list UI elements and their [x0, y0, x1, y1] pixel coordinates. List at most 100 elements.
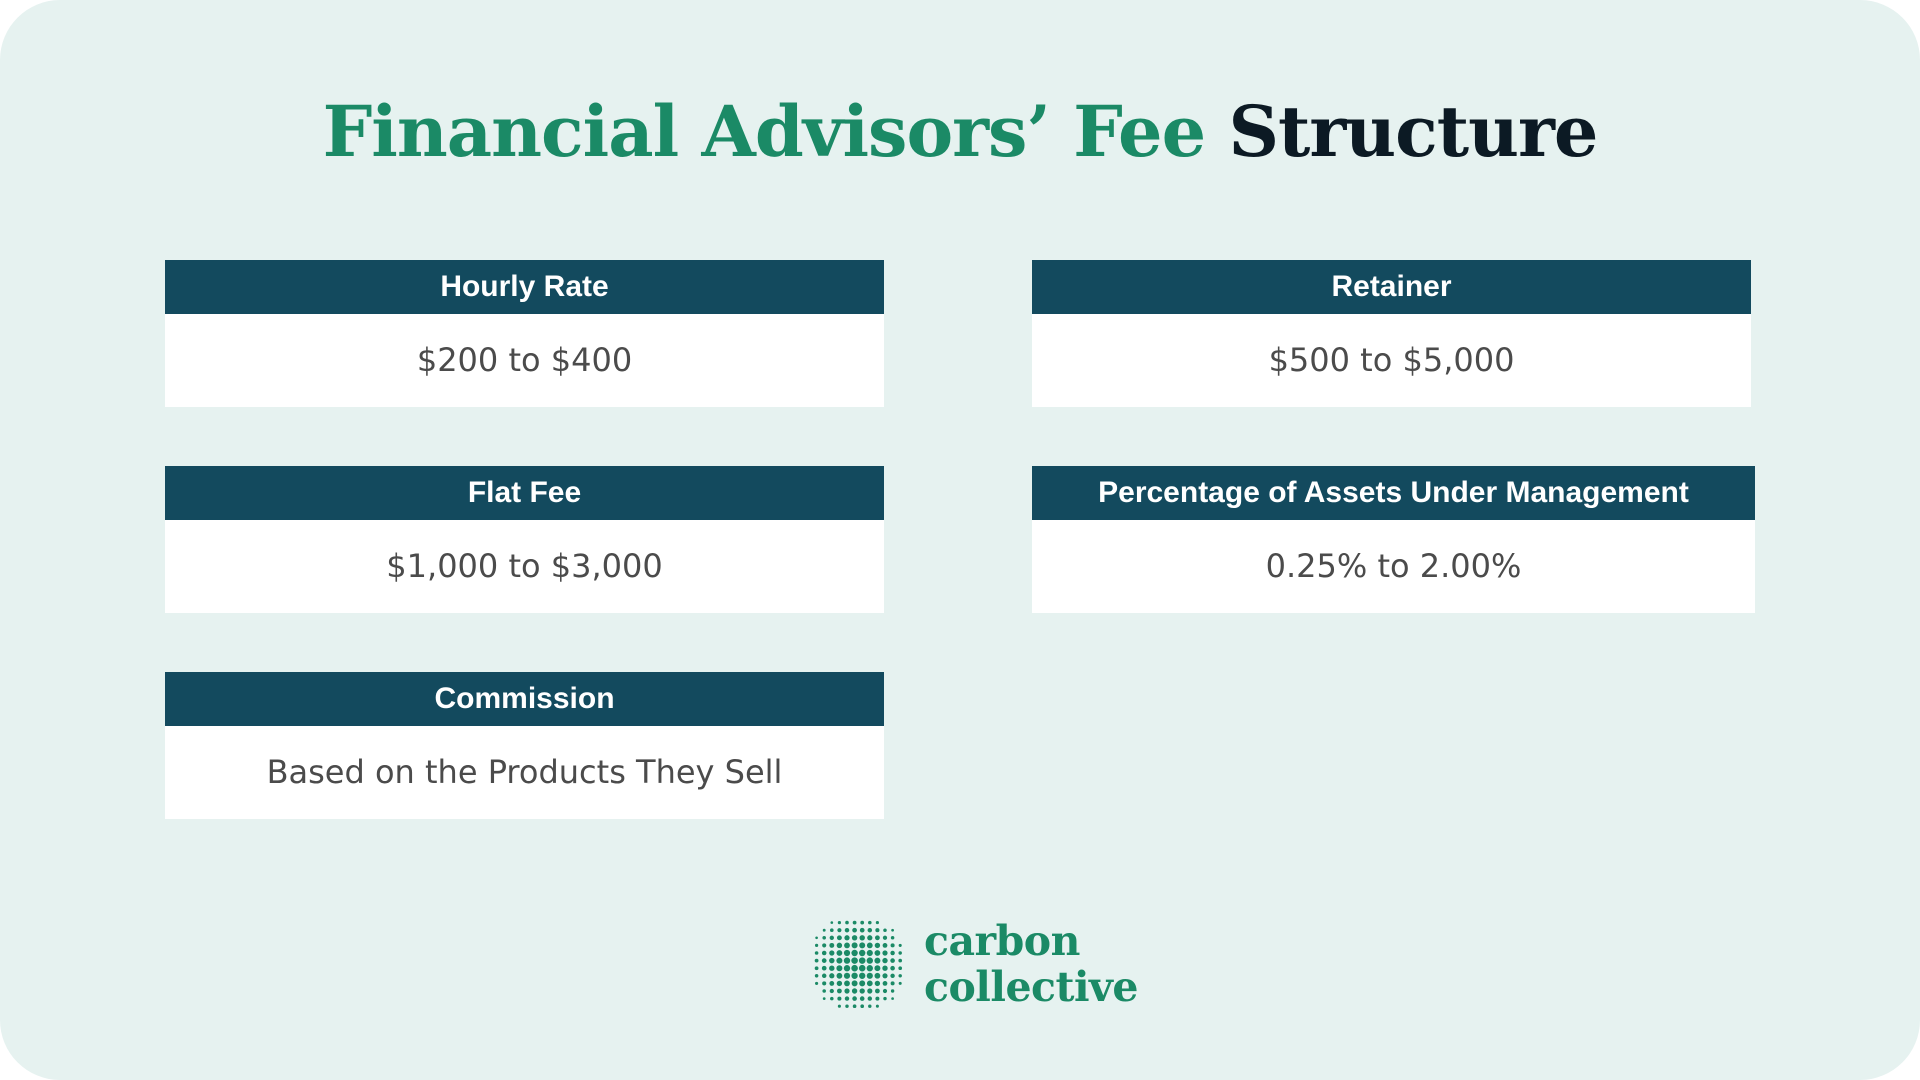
logo-dot: [890, 943, 895, 948]
logo-dot: [822, 928, 826, 932]
logo-dot: [822, 936, 826, 940]
fee-card-value: $1,000 to $3,000: [386, 547, 663, 585]
fee-card-value: $200 to $400: [416, 341, 633, 379]
logo-dot: [851, 957, 858, 964]
fee-card-header: Flat Fee: [165, 466, 884, 520]
logo-dot: [822, 981, 827, 986]
logo-dot: [868, 920, 872, 925]
logo-dot: [829, 973, 835, 979]
logo-dot: [836, 957, 843, 964]
logo-dot: [882, 942, 888, 948]
logo-dot: [890, 936, 895, 940]
logo-dot: [829, 942, 835, 948]
logo-dot: [883, 996, 887, 1001]
logo-dot: [858, 964, 866, 972]
logo-dot: [837, 921, 841, 925]
logo-dot: [882, 957, 888, 964]
logo-dot: [859, 927, 865, 933]
logo-dot: [867, 935, 873, 941]
logo-dot: [836, 935, 842, 941]
logo-dot: [859, 942, 866, 949]
logo-dot: [830, 928, 834, 932]
title-highlight: Financial Advisors’ Fee: [322, 90, 1207, 173]
logo-dot: [821, 973, 827, 979]
logo-dot: [875, 988, 880, 994]
title-emphasis: Structure: [1228, 90, 1599, 173]
logo-dot: [829, 965, 835, 971]
logo-dot: [836, 988, 842, 994]
logo-dot: [843, 972, 851, 979]
fee-card-value: Based on the Products They Sell: [266, 753, 783, 791]
logo-dot: [830, 921, 834, 924]
logo-dot: [874, 942, 881, 949]
fee-card-header: Percentage of Assets Under Management: [1032, 466, 1755, 520]
logo-dot: [845, 1004, 849, 1008]
logo-dot: [821, 965, 827, 971]
logo-dot: [821, 958, 827, 963]
logo-dot: [836, 980, 843, 987]
logo-dot: [874, 965, 881, 972]
logo-dot: [814, 966, 819, 971]
dotted-sphere-icon: [814, 920, 903, 1009]
logo-wordmark: carbon collective: [924, 918, 1138, 1010]
logo-dot: [851, 949, 858, 957]
logo-dot: [821, 950, 827, 956]
logo-dot: [883, 928, 887, 932]
logo-dot: [830, 996, 834, 1001]
logo-dot: [815, 943, 819, 947]
logo-dot: [890, 965, 895, 971]
logo-dot: [829, 980, 835, 986]
logo-dot: [882, 973, 888, 979]
logo-dot: [898, 951, 902, 955]
logo-dot: [845, 920, 849, 925]
logo-line-1: carbon: [924, 917, 1080, 965]
logo-dot: [843, 949, 851, 957]
logo-dot: [852, 1004, 857, 1009]
logo-dot: [898, 943, 902, 947]
logo-dot: [874, 935, 880, 941]
logo-dot: [875, 928, 880, 933]
logo-dot: [851, 964, 858, 972]
page-title: Financial Advisors’ Fee Structure: [0, 82, 1920, 182]
fee-card-header: Commission: [165, 672, 884, 726]
logo-dot: [851, 935, 858, 941]
logo-dot: [898, 974, 902, 978]
logo-dot: [844, 935, 850, 941]
logo-dot: [859, 996, 865, 1001]
logo-dot: [822, 997, 826, 1000]
logo-dot: [851, 942, 858, 949]
logo-dot: [882, 950, 888, 956]
logo-dot: [859, 972, 866, 979]
fee-card-value: 0.25% to 2.00%: [1265, 547, 1522, 585]
logo-dot: [860, 920, 865, 925]
fee-card-header: Hourly Rate: [165, 260, 884, 314]
logo-dot: [890, 973, 895, 978]
logo-dot: [860, 1004, 865, 1009]
logo-dot: [844, 980, 850, 987]
logo-dot: [851, 980, 858, 987]
logo-dot: [814, 974, 819, 978]
logo-dot: [866, 949, 873, 957]
logo-dot: [859, 935, 865, 941]
logo-dot: [867, 927, 873, 933]
fee-card-value: $500 to $5,000: [1268, 341, 1515, 379]
logo-dot: [852, 927, 857, 933]
logo-dot: [815, 936, 818, 940]
logo-dot: [875, 996, 880, 1001]
logo-dot: [836, 965, 843, 972]
logo-dot: [868, 1004, 872, 1008]
logo-dot: [866, 980, 873, 987]
logo-dot: [844, 988, 850, 994]
logo-dot: [815, 981, 819, 985]
logo-dot: [836, 950, 843, 956]
fee-card-commission: Commission Based on the Products They Se…: [165, 672, 884, 819]
fee-card-hourly-rate: Hourly Rate $200 to $400: [165, 260, 884, 407]
logo-dot: [890, 981, 895, 986]
logo-dot: [890, 950, 895, 956]
logo-dot: [814, 958, 819, 963]
fee-card-header: Retainer: [1032, 260, 1751, 314]
logo-dot: [844, 927, 850, 933]
fee-card-retainer: Retainer $500 to $5,000: [1032, 260, 1751, 407]
logo-dot: [882, 988, 888, 994]
logo-dot: [822, 943, 827, 948]
